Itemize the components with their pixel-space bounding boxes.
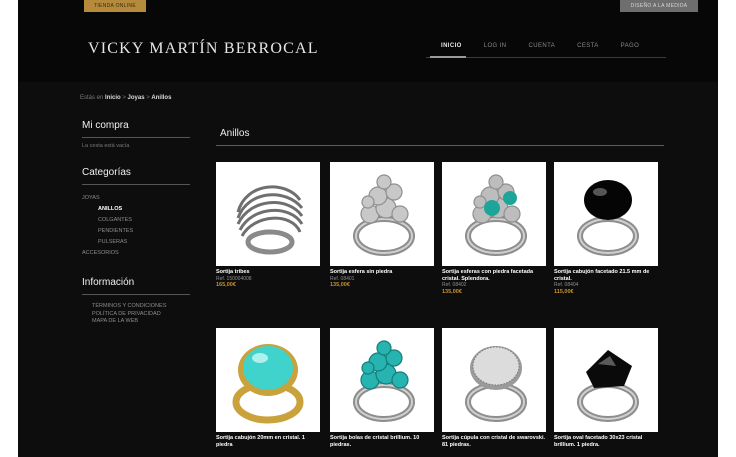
product-card[interactable]: Sortija cúpula con cristal de swarovski.…: [442, 328, 546, 448]
product-name[interactable]: Sortija oval facetado 30x23 cristal bril…: [554, 435, 658, 448]
site-header: TIENDA ONLINE DISEÑO A LA MEDIDA VICKY M…: [18, 0, 718, 82]
cart-empty-note: La cesta está vacía: [82, 143, 130, 149]
product-name[interactable]: Sortija cabujón facetado 21.5 mm de cris…: [554, 269, 658, 282]
product-image[interactable]: [554, 162, 658, 266]
ring-icon: [353, 340, 415, 422]
product-card[interactable]: Sortija tribes Ref. 150004008 165,00€: [216, 162, 320, 289]
ring-icon: [465, 346, 527, 422]
product-card[interactable]: Sortija oval facetado 30x23 cristal bril…: [554, 328, 658, 448]
breadcrumb-anillos: Anillos: [151, 95, 172, 101]
brand-logo[interactable]: VICKY MARTÍN BERROCAL: [88, 40, 319, 58]
info-item-terms[interactable]: TÉRMINOS Y CONDICIONES: [82, 303, 207, 311]
product-price: 115,00€: [554, 288, 574, 295]
ring-icon: [236, 185, 304, 255]
category-item-joyas[interactable]: JOYAS: [82, 193, 207, 204]
product-name[interactable]: Sortija cúpula con cristal de swarovski.…: [442, 435, 546, 448]
online-store-badge[interactable]: TIENDA ONLINE: [84, 0, 146, 12]
product-image[interactable]: [330, 328, 434, 432]
nav-item-cesta[interactable]: CESTA: [566, 43, 610, 49]
categories-divider: [82, 184, 190, 185]
ring-icon: [232, 344, 304, 424]
sidebar: Mi compra La cesta está vacía Categorías…: [82, 120, 207, 326]
info-title: Información: [82, 277, 135, 288]
cart-title: Mi compra: [82, 120, 129, 131]
category-title: Anillos: [220, 128, 250, 139]
product-image[interactable]: [216, 328, 320, 432]
product-card[interactable]: Sortija bolas de cristal brillium. 10 pi…: [330, 328, 434, 448]
product-image[interactable]: [330, 162, 434, 266]
ring-icon: [577, 350, 639, 422]
info-item-privacy[interactable]: POLÍTICA DE PRIVACIDAD: [82, 311, 207, 319]
category-list: JOYAS ANILLOS COLGANTES PENDIENTES PULSE…: [82, 193, 207, 259]
main-content-header: Anillos: [216, 128, 666, 146]
info-list: TÉRMINOS Y CONDICIONES POLÍTICA DE PRIVA…: [82, 303, 207, 326]
category-item-pulseras[interactable]: PULSERAS: [82, 237, 207, 248]
product-name[interactable]: Sortija esferas con piedra facetada cris…: [442, 269, 546, 282]
nav-item-pago[interactable]: PAGO: [610, 43, 651, 49]
nav-item-login[interactable]: LOG IN: [473, 43, 518, 49]
product-image[interactable]: [442, 328, 546, 432]
category-title-divider: [216, 145, 664, 146]
product-price: 165,00€: [216, 282, 236, 288]
product-image[interactable]: [216, 162, 320, 266]
product-price: 135,00€: [330, 282, 350, 288]
ring-icon: [353, 174, 415, 256]
nav-item-cuenta[interactable]: CUENTA: [517, 43, 566, 49]
product-image[interactable]: [554, 328, 658, 432]
info-item-sitemap[interactable]: MAPA DE LA WEB: [82, 318, 207, 326]
category-item-accesorios[interactable]: ACCESORIOS: [82, 248, 207, 259]
product-name[interactable]: Sortija bolas de cristal brillium. 10 pi…: [330, 435, 434, 448]
product-card[interactable]: Sortija cabujón 20mm en cristal. 1 piedr…: [216, 328, 320, 448]
product-card[interactable]: Sortija esferas con piedra facetada cris…: [442, 162, 546, 295]
breadcrumb-prefix: Estás en: [80, 95, 104, 101]
page-frame: TIENDA ONLINE DISEÑO A LA MEDIDA VICKY M…: [18, 0, 718, 457]
product-image[interactable]: [442, 162, 546, 266]
product-price: 135,00€: [442, 288, 462, 295]
ring-icon: [577, 180, 639, 256]
nav-item-inicio[interactable]: INICIO: [430, 43, 473, 49]
cart-divider: [82, 137, 190, 138]
ring-icon: [465, 174, 527, 256]
product-name[interactable]: Sortija cabujón 20mm en cristal. 1 piedr…: [216, 435, 320, 448]
product-card[interactable]: Sortija esfera sin piedra Ref. 08401 135,0…: [330, 162, 434, 289]
custom-design-button[interactable]: DISEÑO A LA MEDIDA: [620, 0, 698, 12]
main-nav: INICIO LOG IN CUENTA CESTA PAGO: [430, 43, 650, 49]
breadcrumb: Estás en Inicio > Joyas > Anillos: [80, 95, 171, 101]
breadcrumb-joyas[interactable]: Joyas: [128, 95, 145, 101]
category-item-pendientes[interactable]: PENDIENTES: [82, 226, 207, 237]
info-divider: [82, 294, 190, 295]
product-card[interactable]: Sortija cabujón facetado 21.5 mm de cris…: [554, 162, 658, 295]
breadcrumb-separator: >: [120, 95, 128, 101]
category-item-colgantes[interactable]: COLGANTES: [82, 215, 207, 226]
category-item-anillos[interactable]: ANILLOS: [82, 204, 207, 215]
categories-title: Categorías: [82, 167, 131, 178]
nav-active-indicator: [430, 56, 466, 58]
breadcrumb-inicio[interactable]: Inicio: [105, 95, 121, 101]
